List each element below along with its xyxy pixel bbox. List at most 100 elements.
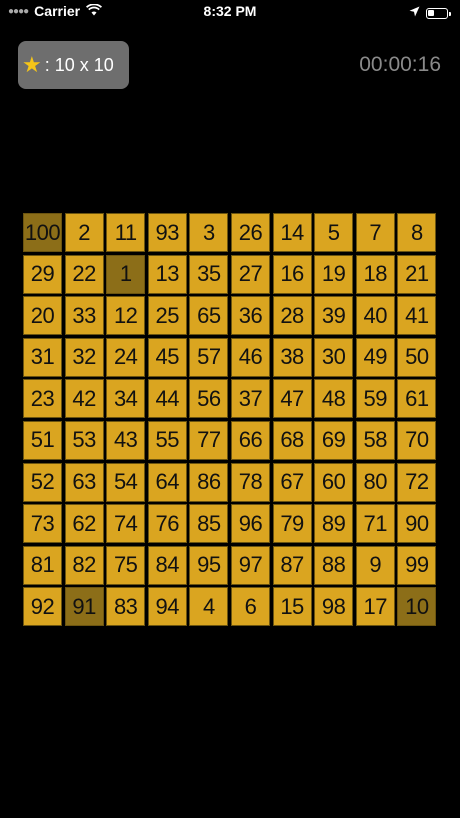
number-tile[interactable]: 79: [272, 504, 312, 544]
number-tile[interactable]: 53: [64, 420, 104, 460]
number-tile[interactable]: 95: [189, 545, 229, 585]
number-tile[interactable]: 75: [106, 545, 146, 585]
number-tile[interactable]: 98: [314, 587, 354, 627]
number-tile[interactable]: 61: [397, 379, 437, 419]
number-tile[interactable]: 86: [189, 462, 229, 502]
number-tile[interactable]: 22: [64, 254, 104, 294]
number-tile[interactable]: 34: [106, 379, 146, 419]
number-tile[interactable]: 25: [147, 296, 187, 336]
number-tile[interactable]: 27: [230, 254, 270, 294]
number-tile[interactable]: 4: [189, 587, 229, 627]
number-tile[interactable]: 19: [314, 254, 354, 294]
number-tile[interactable]: 20: [23, 296, 62, 336]
number-tile[interactable]: 48: [314, 379, 354, 419]
number-tile[interactable]: 51: [23, 420, 62, 460]
number-tile[interactable]: 9: [355, 545, 395, 585]
number-tile[interactable]: 84: [147, 545, 187, 585]
number-tile[interactable]: 91: [64, 587, 104, 627]
number-tile[interactable]: 35: [189, 254, 229, 294]
number-tile[interactable]: 54: [106, 462, 146, 502]
number-tile[interactable]: 18: [355, 254, 395, 294]
number-tile[interactable]: 15: [272, 587, 312, 627]
number-tile[interactable]: 76: [147, 504, 187, 544]
number-tile[interactable]: 33: [64, 296, 104, 336]
number-tile[interactable]: 85: [189, 504, 229, 544]
number-tile[interactable]: 1: [106, 254, 146, 294]
number-tile[interactable]: 36: [230, 296, 270, 336]
number-tile[interactable]: 57: [189, 337, 229, 377]
number-tile[interactable]: 38: [272, 337, 312, 377]
number-tile[interactable]: 83: [106, 587, 146, 627]
number-tile[interactable]: 39: [314, 296, 354, 336]
number-tile[interactable]: 73: [23, 504, 62, 544]
number-tile[interactable]: 31: [23, 337, 62, 377]
number-tile[interactable]: 14: [272, 213, 312, 252]
number-tile[interactable]: 17: [355, 587, 395, 627]
number-tile[interactable]: 65: [189, 296, 229, 336]
number-tile[interactable]: 63: [64, 462, 104, 502]
number-tile[interactable]: 3: [189, 213, 229, 252]
number-tile[interactable]: 8: [397, 213, 437, 252]
number-tile[interactable]: 11: [106, 213, 146, 252]
number-tile[interactable]: 47: [272, 379, 312, 419]
number-tile[interactable]: 77: [189, 420, 229, 460]
number-tile[interactable]: 43: [106, 420, 146, 460]
number-tile[interactable]: 80: [355, 462, 395, 502]
number-tile[interactable]: 60: [314, 462, 354, 502]
number-tile[interactable]: 82: [64, 545, 104, 585]
number-tile[interactable]: 5: [314, 213, 354, 252]
number-tile[interactable]: 21: [397, 254, 437, 294]
number-tile[interactable]: 30: [314, 337, 354, 377]
number-tile[interactable]: 97: [230, 545, 270, 585]
number-tile[interactable]: 37: [230, 379, 270, 419]
number-tile[interactable]: 93: [147, 213, 187, 252]
number-tile[interactable]: 46: [230, 337, 270, 377]
number-tile[interactable]: 89: [314, 504, 354, 544]
number-tile[interactable]: 94: [147, 587, 187, 627]
number-tile[interactable]: 41: [397, 296, 437, 336]
number-tile[interactable]: 24: [106, 337, 146, 377]
number-tile[interactable]: 50: [397, 337, 437, 377]
number-tile[interactable]: 2: [64, 213, 104, 252]
number-tile[interactable]: 62: [64, 504, 104, 544]
number-tile[interactable]: 69: [314, 420, 354, 460]
number-tile[interactable]: 32: [64, 337, 104, 377]
number-tile[interactable]: 78: [230, 462, 270, 502]
number-tile[interactable]: 100: [23, 213, 62, 252]
number-tile[interactable]: 55: [147, 420, 187, 460]
number-tile[interactable]: 64: [147, 462, 187, 502]
number-tile[interactable]: 26: [230, 213, 270, 252]
number-tile[interactable]: 81: [23, 545, 62, 585]
number-tile[interactable]: 40: [355, 296, 395, 336]
number-tile[interactable]: 42: [64, 379, 104, 419]
number-tile[interactable]: 23: [23, 379, 62, 419]
number-tile[interactable]: 70: [397, 420, 437, 460]
number-tile[interactable]: 72: [397, 462, 437, 502]
level-size-button[interactable]: ★ : 10 x 10: [18, 41, 129, 89]
number-tile[interactable]: 44: [147, 379, 187, 419]
number-tile[interactable]: 66: [230, 420, 270, 460]
number-tile[interactable]: 28: [272, 296, 312, 336]
number-tile[interactable]: 90: [397, 504, 437, 544]
number-tile[interactable]: 12: [106, 296, 146, 336]
number-tile[interactable]: 45: [147, 337, 187, 377]
number-tile[interactable]: 59: [355, 379, 395, 419]
number-tile[interactable]: 68: [272, 420, 312, 460]
number-tile[interactable]: 87: [272, 545, 312, 585]
number-tile[interactable]: 16: [272, 254, 312, 294]
number-tile[interactable]: 13: [147, 254, 187, 294]
number-tile[interactable]: 10: [397, 587, 437, 627]
number-tile[interactable]: 96: [230, 504, 270, 544]
number-tile[interactable]: 67: [272, 462, 312, 502]
number-tile[interactable]: 74: [106, 504, 146, 544]
number-tile[interactable]: 88: [314, 545, 354, 585]
number-tile[interactable]: 56: [189, 379, 229, 419]
number-tile[interactable]: 7: [355, 213, 395, 252]
number-tile[interactable]: 29: [23, 254, 62, 294]
number-tile[interactable]: 6: [230, 587, 270, 627]
number-tile[interactable]: 92: [23, 587, 62, 627]
number-tile[interactable]: 49: [355, 337, 395, 377]
number-tile[interactable]: 58: [355, 420, 395, 460]
number-tile[interactable]: 52: [23, 462, 62, 502]
number-tile[interactable]: 71: [355, 504, 395, 544]
